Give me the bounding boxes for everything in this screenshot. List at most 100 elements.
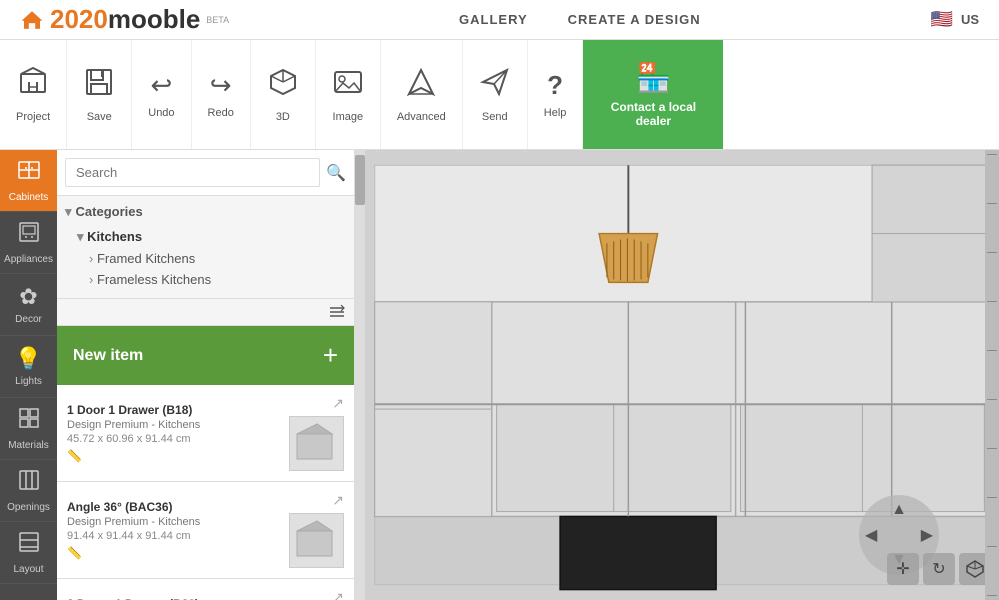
item-thumbnail: [289, 416, 344, 471]
sort-row: [57, 299, 354, 326]
lights-label: Lights: [15, 376, 42, 387]
redo-label: Redo: [208, 107, 234, 119]
toolbar: Project Save ↩ Undo ↪ Redo 3D Image Adva…: [0, 40, 999, 150]
move-tool-button[interactable]: ✛: [887, 553, 919, 585]
new-item-button[interactable]: New item +: [57, 326, 354, 385]
rotate-tool-button[interactable]: ↻: [923, 553, 955, 585]
item-info: 1 Door 1 Drawer (B18) Design Premium - K…: [67, 403, 279, 463]
item-share-icon[interactable]: ↗: [332, 395, 344, 412]
sidebar-item-appliances[interactable]: Appliances: [0, 212, 57, 274]
help-icon: ?: [547, 70, 563, 101]
contact-button[interactable]: 🏪 Contact a local dealer: [583, 40, 723, 149]
undo-label: Undo: [148, 107, 174, 119]
image-label: Image: [333, 111, 364, 123]
main-layout: Cabinets Appliances ✿ Decor 💡 Lights Mat…: [0, 150, 999, 600]
ruler-right: [985, 150, 999, 600]
item-thumbnail: [289, 513, 344, 568]
openings-icon: [17, 468, 41, 498]
scroll-handle[interactable]: [355, 155, 365, 205]
save-icon: [83, 66, 115, 105]
image-icon: [332, 66, 364, 105]
save-button[interactable]: Save: [67, 40, 132, 149]
send-button[interactable]: Send: [463, 40, 528, 149]
help-button[interactable]: ? Help: [528, 40, 584, 149]
new-item-plus-icon: +: [323, 340, 338, 371]
category-kitchens[interactable]: ▾ Kitchens: [65, 226, 346, 248]
item-info: Angle 36° (BAC36) Design Premium - Kitch…: [67, 500, 279, 560]
project-label: Project: [16, 111, 50, 123]
sidebar-item-layout[interactable]: Layout: [0, 522, 57, 584]
undo-button[interactable]: ↩ Undo: [132, 40, 191, 149]
decor-label: Decor: [15, 314, 42, 325]
scroll-bar[interactable]: [355, 150, 365, 600]
redo-button[interactable]: ↪ Redo: [192, 40, 251, 149]
project-icon: [17, 66, 49, 105]
left-panel: 🔍 ▾Categories ▾ Kitchens Framed Kitchens…: [57, 150, 355, 600]
beta-badge: BETA: [206, 15, 229, 25]
item-name: 1 Door 1 Drawer (B18): [67, 403, 279, 417]
materials-label: Materials: [8, 440, 49, 451]
item-sub: Design Premium - Kitchens: [67, 419, 279, 431]
item-dims: 91.44 x 91.44 x 91.44 cm: [67, 530, 279, 542]
sidebar-item-materials[interactable]: Materials: [0, 398, 57, 460]
item-share-icon[interactable]: ↗: [332, 589, 344, 600]
bottom-tools: ✛ ↻: [887, 553, 991, 585]
nav-gallery[interactable]: GALLERY: [459, 12, 528, 27]
item-card[interactable]: 2 Doors 1 Drawer (B30) Design Premium - …: [57, 579, 354, 600]
cabinets-label: Cabinets: [9, 192, 48, 203]
sidebar-item-openings[interactable]: Openings: [0, 460, 57, 522]
nav-up-arrow[interactable]: ▲: [891, 501, 907, 519]
logo[interactable]: 2020mooble BETA: [20, 4, 229, 35]
item-sub: Design Premium - Kitchens: [67, 516, 279, 528]
3d-button[interactable]: 3D: [251, 40, 316, 149]
item-ruler-icon[interactable]: 📏: [67, 546, 279, 560]
layout-icon: [17, 530, 41, 560]
categories-header: ▾Categories: [65, 204, 346, 220]
item-name: Angle 36° (BAC36): [67, 500, 279, 514]
category-framed-kitchens[interactable]: Framed Kitchens: [65, 248, 346, 269]
advanced-button[interactable]: Advanced: [381, 40, 463, 149]
contact-label: Contact a local dealer: [603, 100, 703, 129]
item-share-icon[interactable]: ↗: [332, 492, 344, 509]
advanced-icon: [405, 66, 437, 105]
advanced-label: Advanced: [397, 111, 446, 123]
nav-right-arrow[interactable]: ▶: [921, 525, 933, 545]
image-button[interactable]: Image: [316, 40, 381, 149]
project-button[interactable]: Project: [0, 40, 67, 149]
category-tree: ▾Categories ▾ Kitchens Framed Kitchens F…: [57, 196, 354, 299]
top-navigation: 2020mooble BETA GALLERY CREATE A DESIGN …: [0, 0, 999, 40]
send-label: Send: [482, 111, 508, 123]
item-card[interactable]: 1 Door 1 Drawer (B18) Design Premium - K…: [57, 385, 354, 482]
nav-locale: 🇺🇸 US: [931, 9, 979, 30]
search-button[interactable]: 🔍: [326, 163, 346, 183]
sidebar-item-cabinets[interactable]: Cabinets: [0, 150, 57, 212]
design-canvas[interactable]: ▲ ▼ ◀ ▶ ✛ ↻: [365, 150, 999, 600]
category-frameless-kitchens[interactable]: Frameless Kitchens: [65, 269, 346, 290]
logo-text: 2020mooble: [50, 4, 200, 35]
nav-left-arrow[interactable]: ◀: [865, 525, 877, 545]
nav-create[interactable]: CREATE A DESIGN: [568, 12, 701, 27]
sidebar-icons: Cabinets Appliances ✿ Decor 💡 Lights Mat…: [0, 150, 57, 600]
sort-button[interactable]: [328, 303, 346, 321]
send-icon: [479, 66, 511, 105]
locale-label: US: [961, 12, 979, 27]
search-input[interactable]: [65, 158, 320, 187]
help-label: Help: [544, 107, 567, 119]
cabinets-icon: [17, 158, 41, 188]
sidebar-item-decor[interactable]: ✿ Decor: [0, 274, 57, 336]
appliances-label: Appliances: [4, 254, 53, 265]
contact-icon: 🏪: [636, 61, 671, 94]
sidebar-item-lights[interactable]: 💡 Lights: [0, 336, 57, 398]
items-list: 1 Door 1 Drawer (B18) Design Premium - K…: [57, 385, 354, 600]
item-ruler-icon[interactable]: 📏: [67, 449, 279, 463]
new-item-label: New item: [73, 347, 143, 365]
flag-icon: 🇺🇸: [931, 9, 953, 30]
openings-label: Openings: [7, 502, 50, 513]
lights-icon: 💡: [15, 346, 42, 372]
search-bar: 🔍: [57, 150, 354, 196]
decor-icon: ✿: [19, 284, 37, 310]
appliances-icon: [17, 220, 41, 250]
item-card[interactable]: Angle 36° (BAC36) Design Premium - Kitch…: [57, 482, 354, 579]
item-dims: 45.72 x 60.96 x 91.44 cm: [67, 433, 279, 445]
undo-icon: ↩: [151, 70, 173, 101]
